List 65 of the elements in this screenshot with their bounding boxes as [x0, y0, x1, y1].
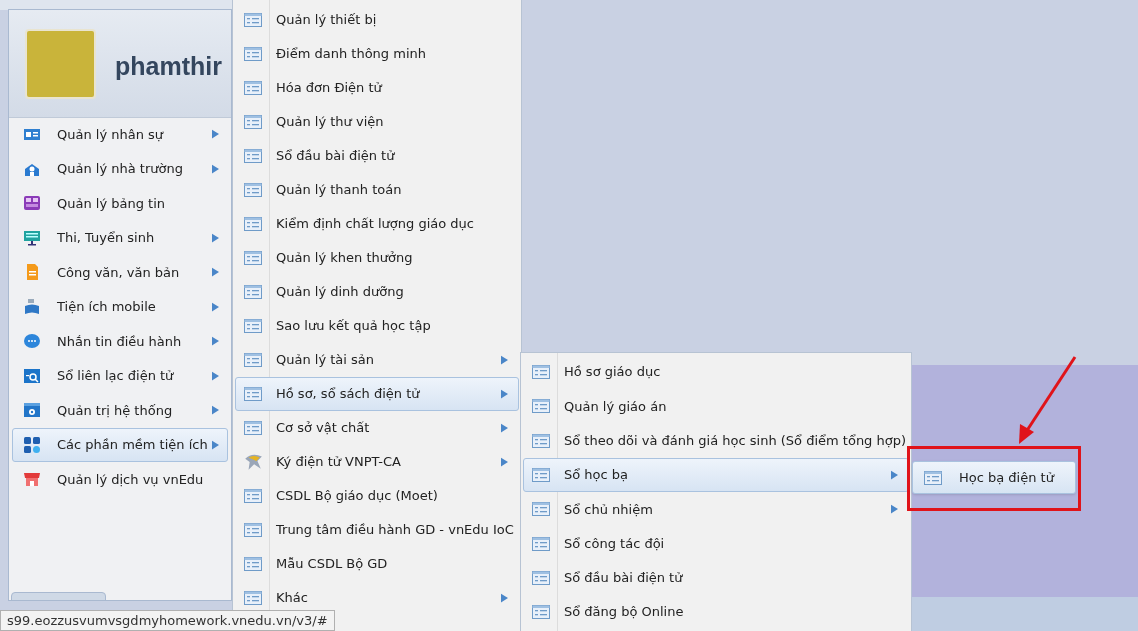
menu-item[interactable]: Quản lý tài sản: [235, 343, 519, 377]
menu-item[interactable]: Sổ theo dõi và đánh giá học sinh (Sổ điểm tổng hợp): [523, 423, 909, 458]
list-icon: [243, 316, 263, 336]
avatar-photo-placeholder: [25, 29, 96, 99]
book-icon: [23, 297, 41, 316]
list-icon: [243, 588, 263, 608]
menu-item[interactable]: Sổ đầu bài điện tử: [523, 560, 909, 596]
apps-grid-icon: [23, 435, 41, 454]
list-icon: [243, 282, 263, 302]
menu-item[interactable]: Quản lý thiết bị: [235, 3, 519, 37]
menu-item[interactable]: Các phần mềm tiện ích: [12, 427, 228, 462]
menu-item[interactable]: Thi, Tuyển sinh: [12, 220, 228, 255]
menu-item[interactable]: Mẫu CSDL Bộ GD: [235, 547, 519, 581]
menu-item[interactable]: Sổ công tác đội: [523, 526, 909, 561]
chat-bubble-icon: [23, 332, 41, 351]
menu-item[interactable]: Quản lý dinh dưỡng: [235, 275, 519, 309]
menu-item[interactable]: Cơ sở vật chất: [235, 411, 519, 445]
list-icon: [243, 486, 263, 506]
emblem-icon: [243, 452, 263, 472]
menu-item[interactable]: CSDL Bộ giáo dục (Moet): [235, 479, 519, 513]
menu-item[interactable]: Quản lý thư viện: [235, 105, 519, 139]
menu-item[interactable]: Hồ sơ, sổ sách điện tử: [235, 377, 519, 411]
list-icon: [243, 554, 263, 574]
menu-item[interactable]: Quản lý dịch vụ vnEdu: [12, 462, 228, 497]
list-icon: [243, 112, 263, 132]
menu-item[interactable]: Kiểm định chất lượng giáo dục: [235, 207, 519, 241]
list-icon: [243, 10, 263, 30]
menu-item[interactable]: Sổ học bạ: [523, 457, 909, 493]
menu-item[interactable]: Sao lưu kết quả học tập: [235, 309, 519, 343]
menu-item[interactable]: Học bạ điện tử: [912, 461, 1076, 494]
menu-item[interactable]: Quản lý nhà trường: [12, 151, 228, 186]
news-icon: [23, 194, 41, 213]
list-icon: [243, 384, 263, 404]
settings-icon: [23, 401, 41, 420]
menu-item[interactable]: Hồ sơ giáo dục: [523, 355, 909, 390]
monitor-icon: [23, 228, 41, 247]
shop-icon: [23, 470, 41, 489]
menu-item[interactable]: Quản lý nhân sự: [12, 117, 228, 152]
menu-item[interactable]: Quản trị hệ thống: [12, 393, 228, 428]
menu-item[interactable]: Quản lý khen thưởng: [235, 241, 519, 275]
menu-item[interactable]: Sổ đăng bộ Online: [523, 595, 909, 630]
menu-item[interactable]: Nhắn tin điều hành: [12, 324, 228, 359]
list-icon: [243, 248, 263, 268]
list-icon: [243, 78, 263, 98]
search-window-icon: [23, 366, 41, 385]
list-icon: [243, 520, 263, 540]
list-icon: [243, 146, 263, 166]
menu-item[interactable]: Công văn, văn bản: [12, 255, 228, 290]
menu-item[interactable]: Hóa đơn Điện tử: [235, 71, 519, 105]
menu-item[interactable]: Sổ đầu bài điện tử: [235, 139, 519, 173]
list-icon: [243, 350, 263, 370]
menu-item[interactable]: Tiện ích mobile: [12, 289, 228, 324]
menu-item[interactable]: Quản lý bảng tin: [12, 186, 228, 221]
list-icon: [243, 418, 263, 438]
list-icon: [243, 214, 263, 234]
list-icon: [243, 180, 263, 200]
menu-item[interactable]: Điểm danh thông minh: [235, 37, 519, 71]
menu-item[interactable]: Sổ chủ nhiệm: [523, 492, 909, 527]
menu-item[interactable]: Trung tâm điều hành GD - vnEdu IoC: [235, 513, 519, 547]
menu-item[interactable]: Quản lý thanh toán: [235, 173, 519, 207]
menu-item[interactable]: Ký điện tử VNPT-CA: [235, 445, 519, 479]
list-icon: [243, 44, 263, 64]
menu-item[interactable]: Quản lý giáo án: [523, 389, 909, 424]
user-name: phamthir: [115, 52, 222, 80]
menu-item[interactable]: Sổ liên lạc điện tử: [12, 358, 228, 393]
